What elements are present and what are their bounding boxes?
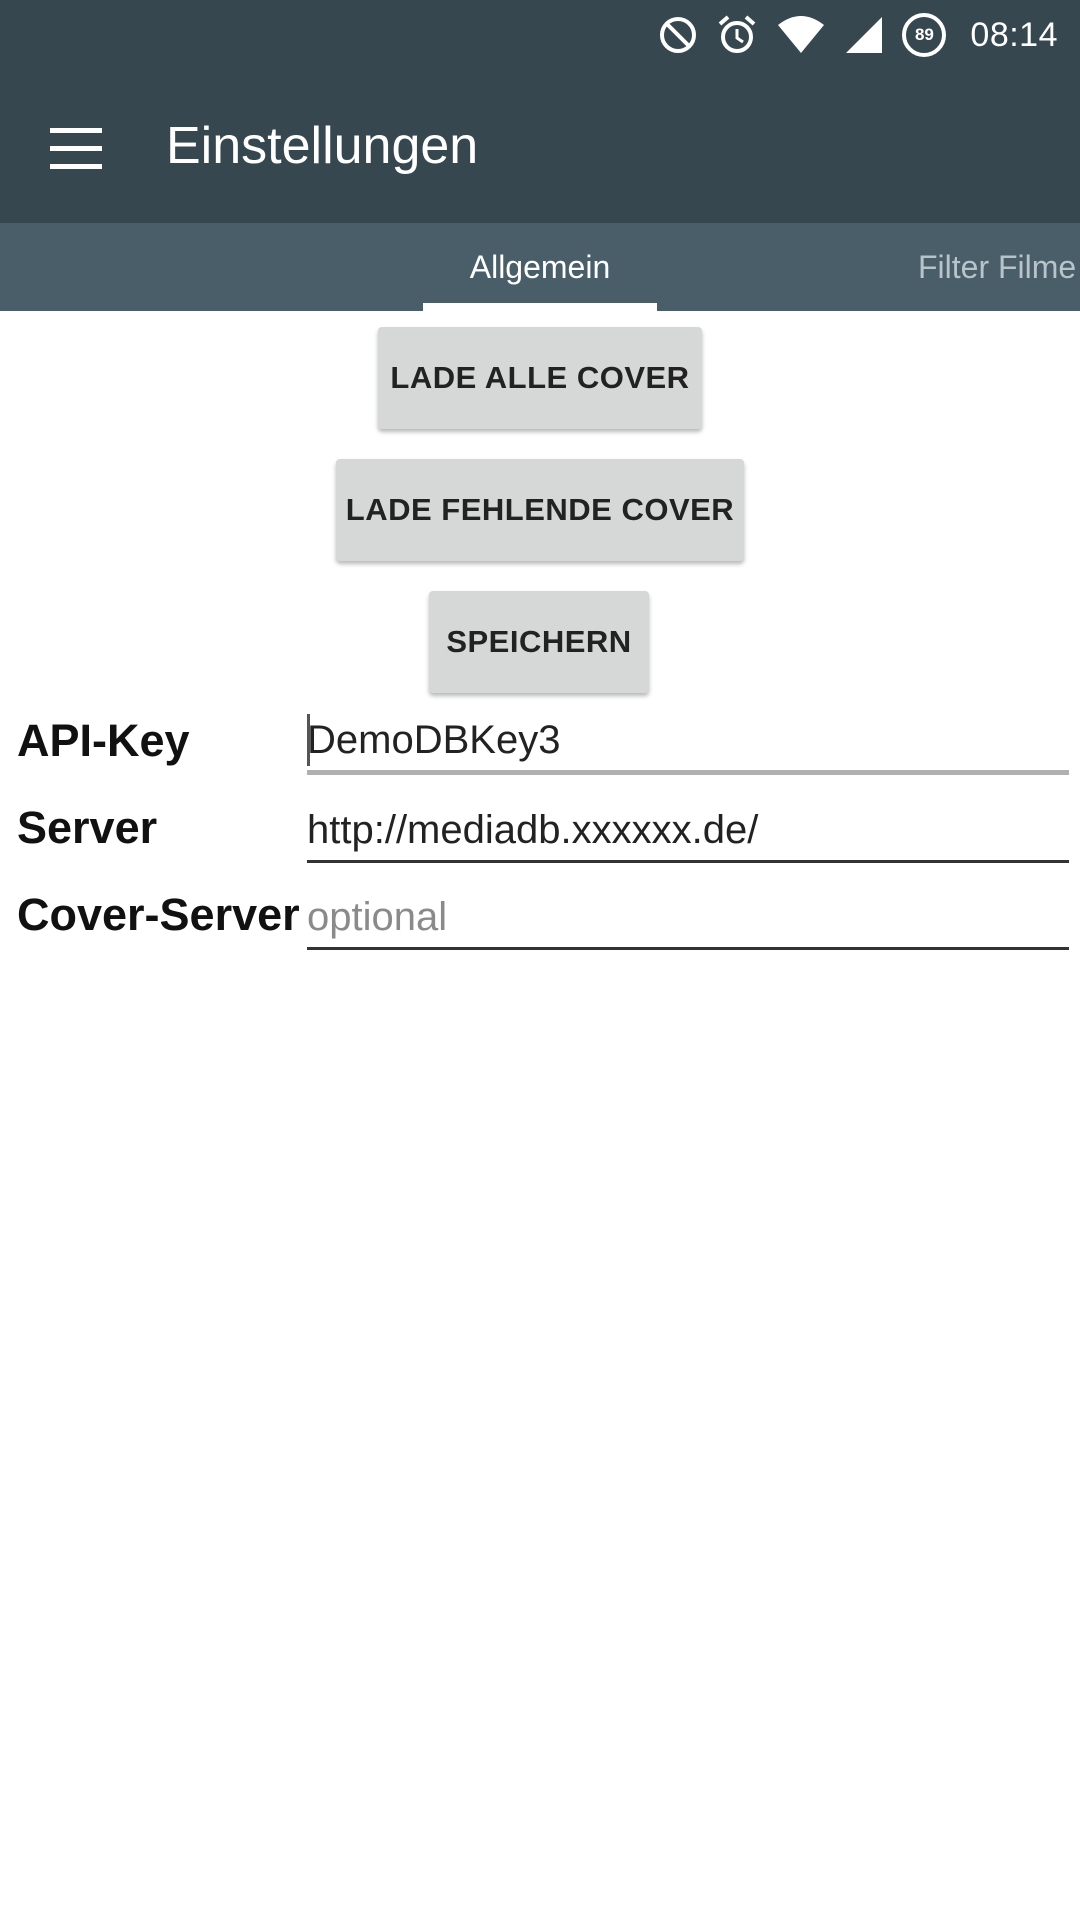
battery-level: 89 [914,25,934,44]
app-bar: Einstellungen [0,73,1080,223]
server-label: Server [17,802,158,853]
tab-indicator [423,303,657,311]
api-key-field[interactable] [307,710,1069,775]
alarm-icon [719,15,756,53]
cover-server-field[interactable] [307,887,1069,950]
wifi-icon [778,16,825,53]
save-button[interactable]: SPEICHERN [429,591,649,693]
status-bar: 89 08:14 [0,0,1080,73]
status-icons: 89 08:14 [658,10,1058,60]
page-title: Einstellungen [166,117,479,175]
tab-filter-filme[interactable]: Filter Filme [918,223,1076,311]
battery-icon: 89 [902,13,947,57]
load-missing-covers-button[interactable]: LADE FEHLENDE COVER [336,459,744,561]
cover-server-label: Cover-Server [17,889,300,940]
load-all-covers-button[interactable]: LADE ALLE COVER [378,327,702,429]
status-time: 08:14 [970,15,1058,54]
tab-bar: Allgemein Filter Filme [0,223,1080,311]
api-key-label: API-Key [17,715,190,766]
text-cursor [307,714,310,766]
hamburger-menu-icon[interactable] [40,117,110,179]
server-field[interactable] [307,800,1069,863]
tab-allgemein[interactable]: Allgemein [423,223,657,311]
cellular-signal-icon [846,17,883,53]
do-not-disturb-icon [660,17,697,53]
